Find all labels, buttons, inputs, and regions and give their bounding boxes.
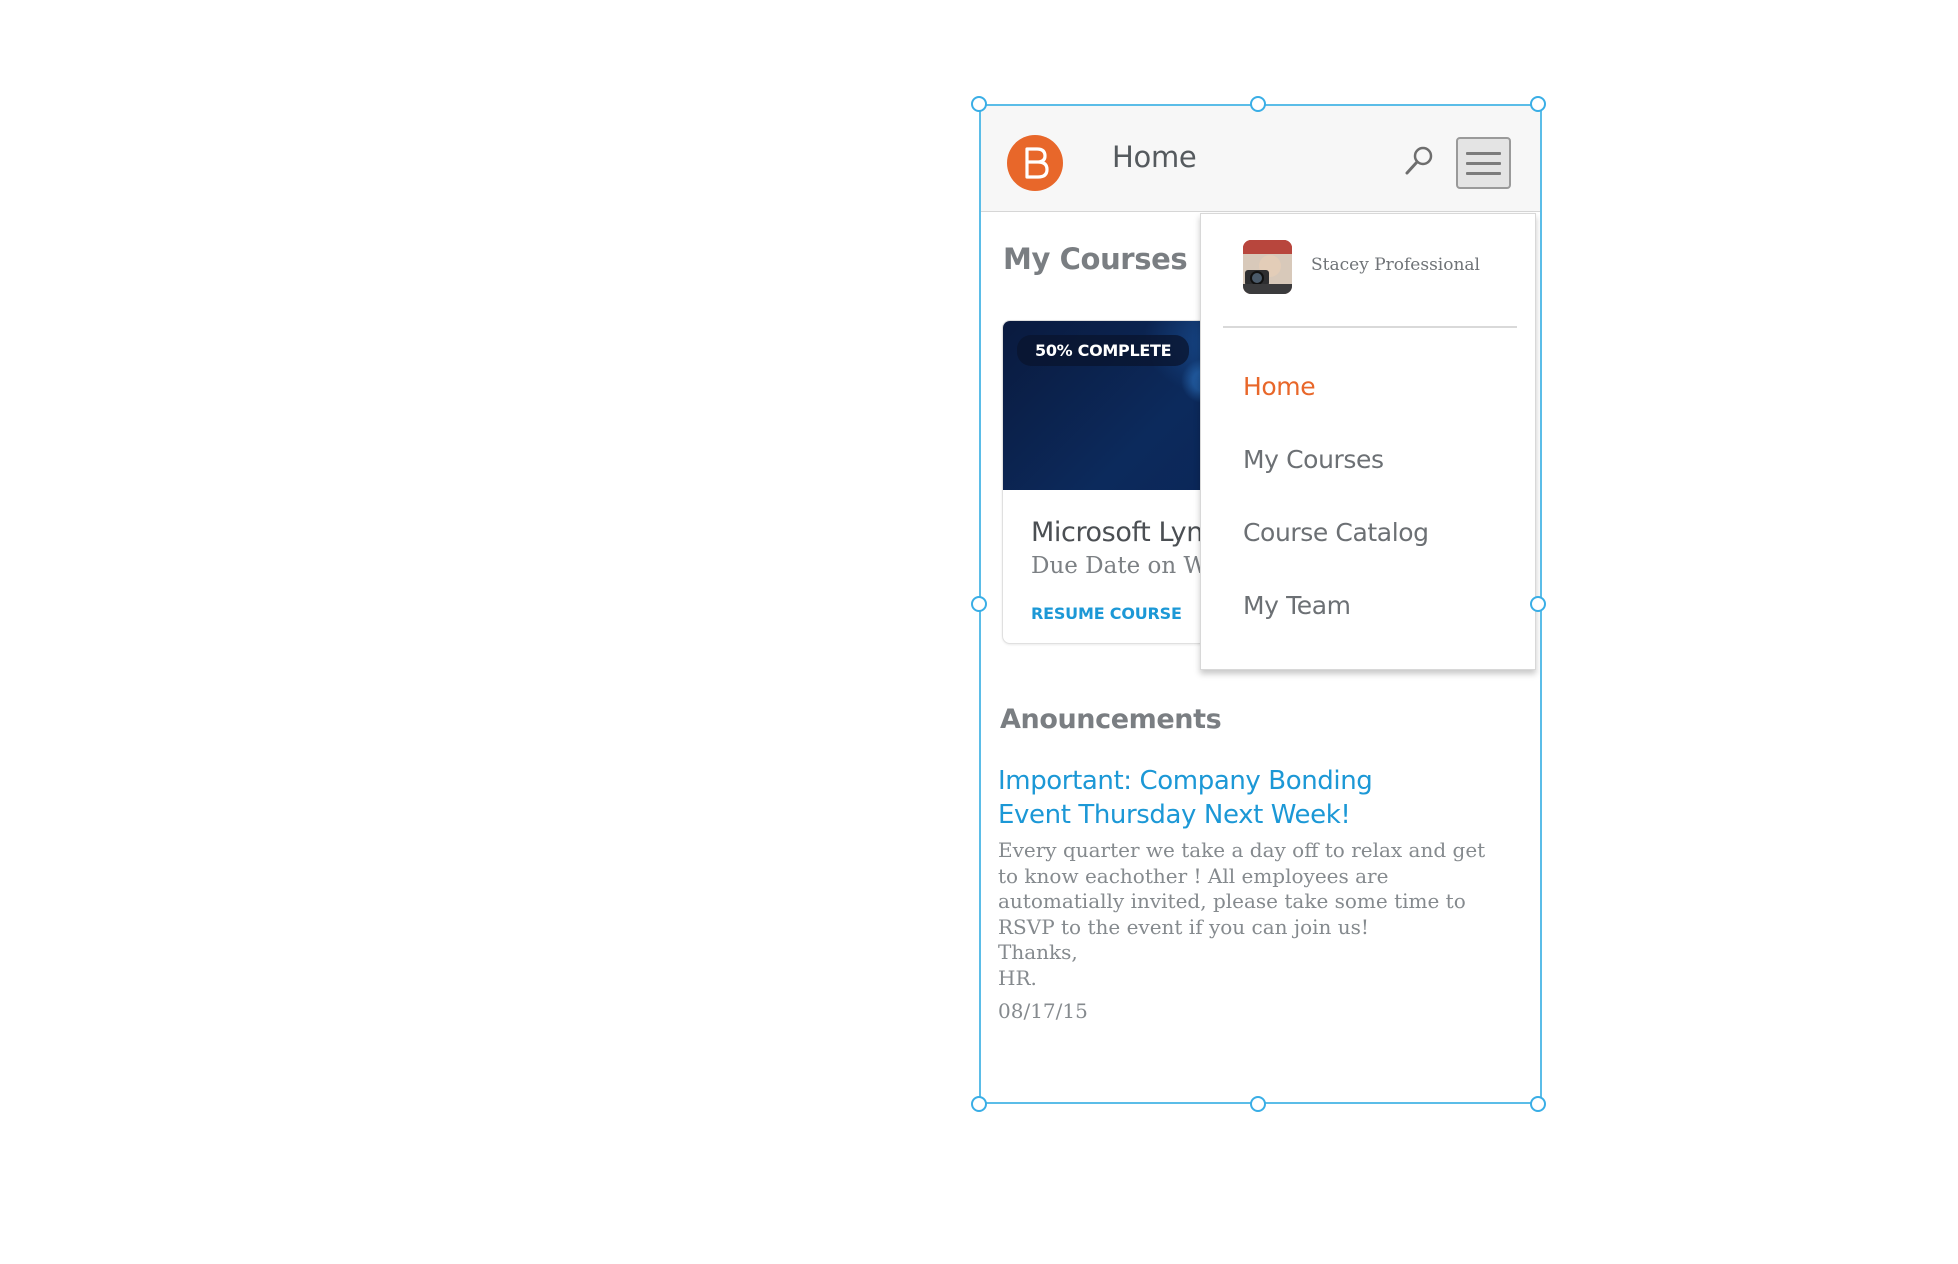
- resize-handle-top-left[interactable]: [971, 96, 987, 112]
- announcement-heading-link[interactable]: Important: Company Bonding Event Thursda…: [998, 764, 1438, 832]
- hamburger-menu-button[interactable]: [1456, 137, 1511, 189]
- resize-handle-middle-right[interactable]: [1530, 596, 1546, 612]
- menu-item-my-courses[interactable]: My Courses: [1243, 445, 1384, 474]
- menu-item-my-team[interactable]: My Team: [1243, 591, 1351, 620]
- announcement-body: Every quarter we take a day off to relax…: [998, 838, 1486, 990]
- resize-handle-top-center[interactable]: [1250, 96, 1266, 112]
- resize-handle-top-right[interactable]: [1530, 96, 1546, 112]
- menu-item-home[interactable]: Home: [1243, 372, 1316, 401]
- avatar[interactable]: [1243, 240, 1292, 294]
- navigation-dropdown-menu: Stacey Professional Home My Courses Cour…: [1200, 213, 1536, 670]
- app-header: Home: [981, 106, 1540, 212]
- hamburger-bar: [1466, 162, 1501, 165]
- resize-handle-middle-left[interactable]: [971, 596, 987, 612]
- hamburger-bar: [1466, 172, 1501, 175]
- brightspace-logo-icon[interactable]: [1007, 135, 1063, 191]
- progress-badge: 50% COMPLETE: [1017, 335, 1190, 366]
- resize-handle-bottom-left[interactable]: [971, 1096, 987, 1112]
- resume-course-link[interactable]: RESUME COURSE: [1031, 604, 1182, 623]
- dropdown-divider: [1223, 326, 1517, 328]
- page-title: Home: [1112, 140, 1197, 174]
- announcements-title: Anouncements: [1000, 704, 1222, 735]
- resize-handle-bottom-center[interactable]: [1250, 1096, 1266, 1112]
- hamburger-menu-icon: [1466, 152, 1501, 155]
- search-icon[interactable]: [1402, 144, 1436, 178]
- course-due-date: Due Date on W: [1031, 553, 1208, 579]
- announcement-date: 08/17/15: [998, 999, 1088, 1023]
- my-courses-title: My Courses: [1003, 242, 1188, 276]
- mobile-artboard: Home My Courses 50% COMPLETE Microsoft L…: [981, 106, 1540, 1102]
- user-name: Stacey Professional: [1311, 255, 1480, 275]
- resize-handle-bottom-right[interactable]: [1530, 1096, 1546, 1112]
- course-title: Microsoft Lyn: [1031, 517, 1203, 548]
- menu-item-course-catalog[interactable]: Course Catalog: [1243, 518, 1429, 547]
